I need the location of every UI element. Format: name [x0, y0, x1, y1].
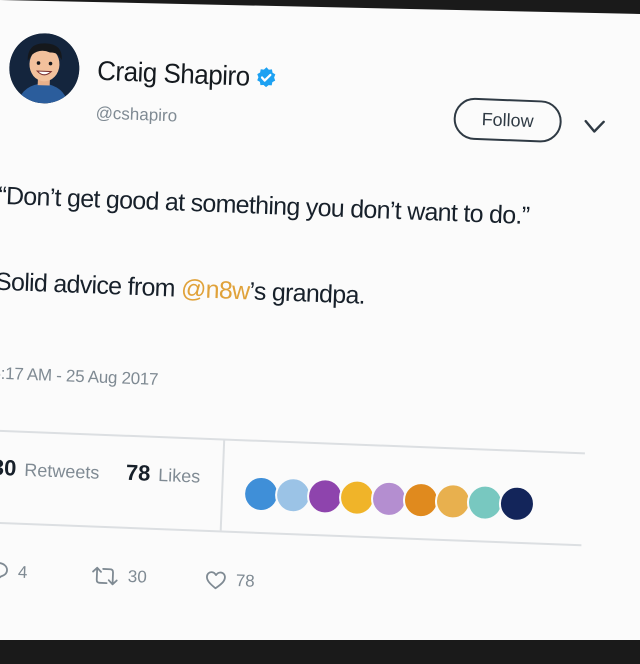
tweet-text-prefix: Solid advice from — [0, 267, 182, 303]
retweet-action-count: 30 — [127, 566, 148, 587]
reply-button[interactable]: 4 — [0, 559, 28, 585]
liker-avatars[interactable] — [242, 475, 536, 523]
tweet-text-suffix: ’s grandpa. — [248, 277, 366, 310]
retweets-count: 30 — [0, 454, 17, 481]
verified-badge-icon — [257, 66, 276, 87]
reply-icon — [0, 562, 8, 582]
tweet-text-quote: “Don’t get good at something you don’t w… — [0, 181, 530, 231]
tweet-content: Craig Shapiro @cshapiro Follow “Don’t ge… — [0, 0, 640, 640]
avatar-illustration — [9, 33, 80, 105]
follow-button[interactable]: Follow — [452, 97, 563, 144]
reply-count: 4 — [17, 562, 28, 583]
chevron-down-icon[interactable] — [583, 118, 606, 135]
tweet-card: Craig Shapiro @cshapiro Follow “Don’t ge… — [0, 0, 640, 640]
tweet-timestamp[interactable]: 5:17 AM - 25 Aug 2017 — [0, 364, 158, 390]
likes-stat[interactable]: 78 Likes — [125, 460, 200, 489]
user-handle[interactable]: @cshapiro — [95, 103, 177, 126]
heart-icon — [206, 571, 226, 590]
divider — [0, 521, 582, 547]
retweets-stat[interactable]: 30 Retweets — [0, 455, 100, 485]
retweet-icon — [92, 566, 118, 586]
vertical-divider — [219, 440, 226, 531]
retweet-button[interactable]: 30 — [89, 563, 147, 589]
avatar[interactable] — [8, 32, 81, 105]
liker-avatar[interactable] — [498, 485, 536, 523]
like-action-count: 78 — [235, 571, 256, 591]
mention-link[interactable]: @n8w — [181, 275, 250, 306]
tweet-text-line: Solid advice from @n8w’s grandpa. — [0, 268, 365, 311]
likes-label: Likes — [157, 465, 201, 487]
like-button[interactable]: 78 — [203, 568, 255, 594]
display-name-text[interactable]: Craig Shapiro — [97, 55, 251, 93]
likes-count: 78 — [125, 459, 151, 486]
display-name[interactable]: Craig Shapiro — [97, 55, 279, 94]
divider — [0, 429, 585, 455]
retweets-label: Retweets — [23, 459, 100, 483]
